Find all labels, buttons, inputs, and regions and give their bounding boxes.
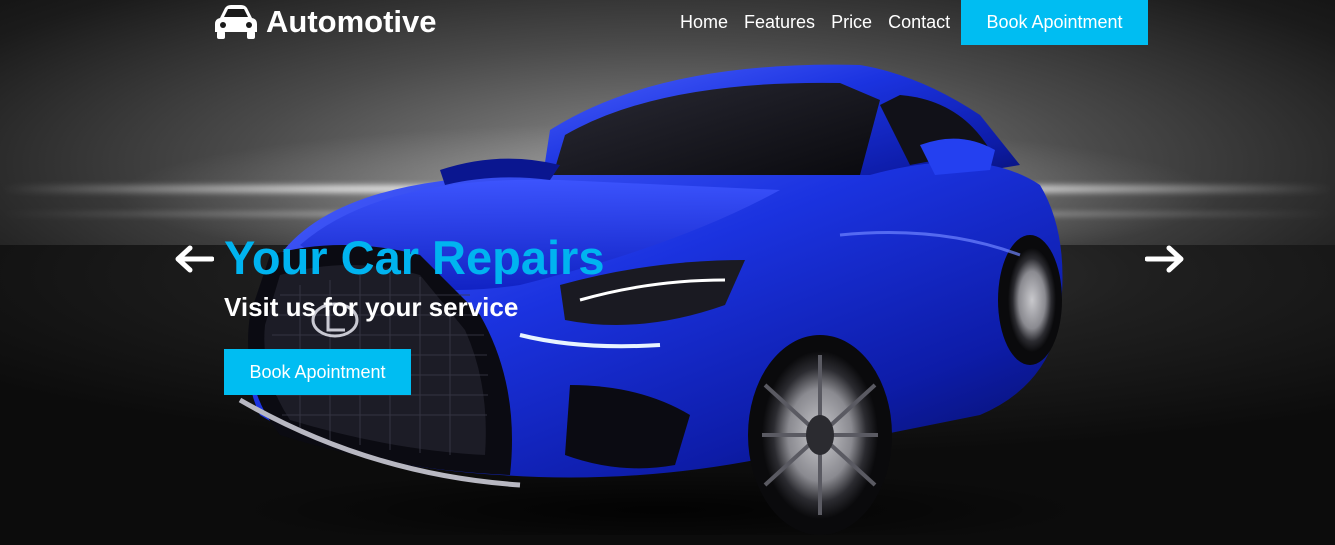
nav-book-appointment-button[interactable]: Book Apointment xyxy=(961,0,1148,45)
brand-logo[interactable]: Automotive xyxy=(212,3,437,41)
car-icon xyxy=(215,5,257,39)
hero-book-appointment-button[interactable]: Book Apointment xyxy=(224,349,411,395)
brand-name: Automotive xyxy=(266,4,437,39)
nav-link-home[interactable]: Home xyxy=(680,12,728,33)
hero-headline: Your Car Repairs xyxy=(224,231,605,284)
arrow-left-icon[interactable] xyxy=(174,244,214,274)
nav-link-features[interactable]: Features xyxy=(744,12,815,33)
nav-link-contact[interactable]: Contact xyxy=(888,12,950,33)
nav-link-price[interactable]: Price xyxy=(831,12,872,33)
hero-slider: Automotive Home Features Price Contact B… xyxy=(0,0,1335,545)
navbar: Automotive Home Features Price Contact B… xyxy=(0,0,1335,45)
arrow-right-icon[interactable] xyxy=(1145,244,1185,274)
nav-links: Home Features Price Contact xyxy=(672,0,958,45)
hero-subheadline: Visit us for your service xyxy=(224,292,519,322)
